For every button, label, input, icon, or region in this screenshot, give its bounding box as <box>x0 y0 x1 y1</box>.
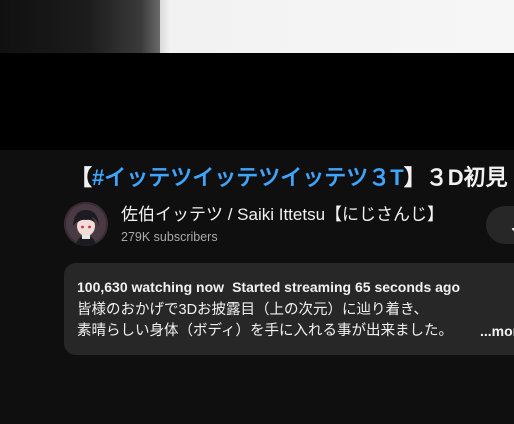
title-rest: 】３D初見 <box>403 165 508 190</box>
join-button[interactable]: Join <box>486 206 514 244</box>
subscriber-count: 279K subscribers <box>121 230 218 244</box>
show-more-button[interactable]: ...more <box>480 320 514 342</box>
stream-start-time: Started streaming 65 seconds ago <box>232 279 461 295</box>
avatar-image <box>64 202 108 246</box>
description-line: 素晴らしい身体（ボディ）を手に入れる事が出来ました。 <box>77 323 453 339</box>
video-player[interactable] <box>0 0 514 150</box>
title-hashtag-link[interactable]: #イッテツイッテツイッテツ３T <box>92 165 404 190</box>
description-meta: 100,630 watching now Started streaming 65… <box>77 277 460 297</box>
video-frame-dark-region <box>0 0 160 53</box>
watching-count: 100,630 watching now <box>77 279 225 295</box>
video-frame[interactable] <box>0 0 514 53</box>
description-line: 皆様のおかげで3Dお披露目（上の次元）に辿り着き、 <box>77 302 429 318</box>
channel-name-link[interactable]: 佐伯イッテツ / Saiki Ittetsu【にじさんじ】 <box>121 204 444 226</box>
title-bracket-open: 【 <box>70 165 93 190</box>
video-title: 【#イッテツイッテツイッテツ３T】３D初見 <box>70 163 514 193</box>
channel-avatar[interactable] <box>64 202 108 246</box>
video-frame-light-region <box>160 0 514 53</box>
description-box[interactable]: 100,630 watching now Started streaming 65… <box>64 263 514 355</box>
watch-page: 【#イッテツイッテツイッテツ３T】３D初見 佐伯イッテツ / Saiki Itt… <box>0 0 514 424</box>
